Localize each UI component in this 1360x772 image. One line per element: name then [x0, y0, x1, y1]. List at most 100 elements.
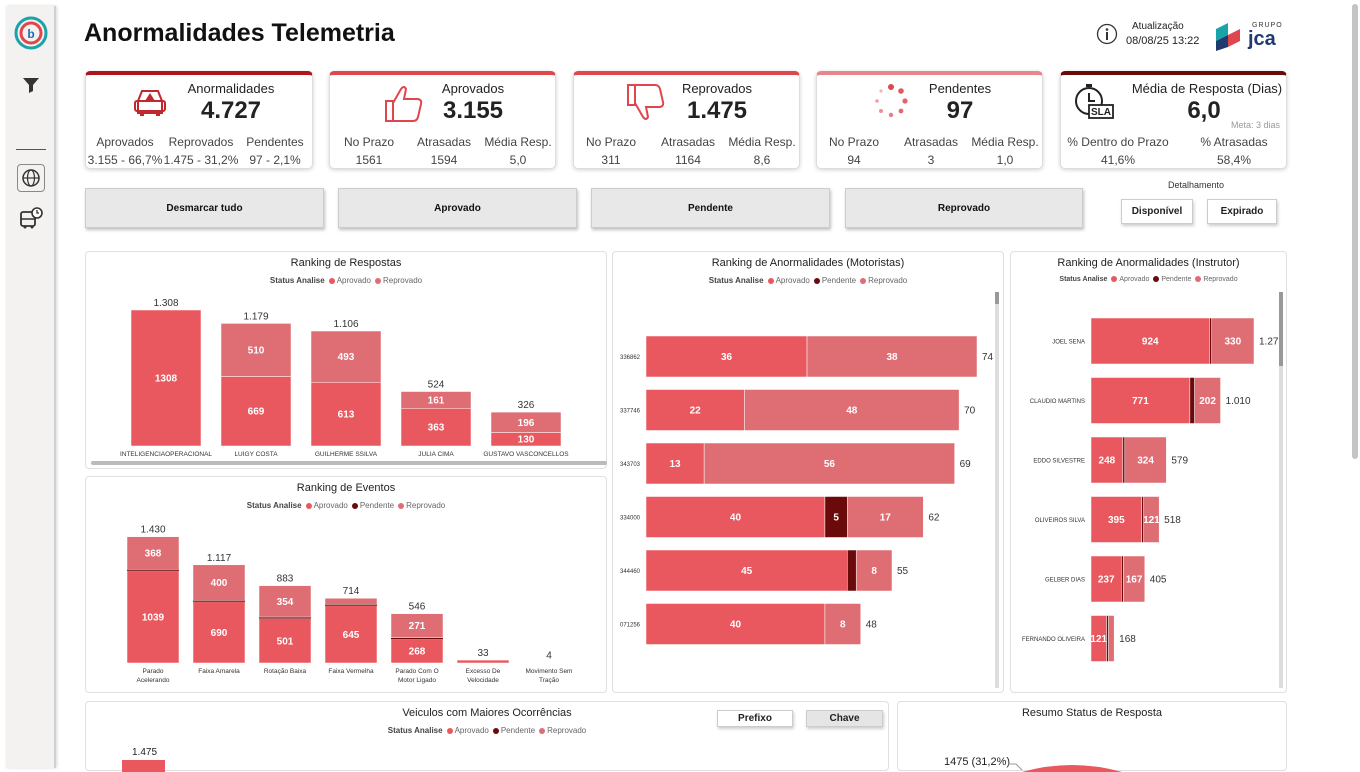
- bar-segment: [1190, 378, 1195, 424]
- data-label: 271: [409, 621, 426, 632]
- legend-aprovado: Aprovado: [1119, 276, 1149, 283]
- data-label: 268: [409, 647, 426, 658]
- clear-selection-button[interactable]: Desmarcar tudo: [85, 188, 324, 228]
- legend-title: Status Analise: [1059, 276, 1107, 283]
- card-anormalidades: Anormalidades 4.727 Aprovados Reprovados…: [85, 71, 313, 169]
- panel-title: Ranking de Respostas: [86, 257, 606, 269]
- total-label: 326: [518, 400, 535, 411]
- bus-clock-icon[interactable]: [14, 201, 48, 235]
- category-label: Velocidade: [467, 677, 499, 684]
- target-meta: Meta: 3 dias: [1231, 120, 1280, 130]
- disponivel-button[interactable]: Disponível: [1121, 199, 1193, 224]
- data-label: 48: [846, 406, 858, 417]
- legend-aprovado: Aprovado: [455, 726, 489, 735]
- card-media-resposta: SLA Média de Resposta (Dias) 6,0 Meta: 3…: [1060, 71, 1287, 169]
- legend-pendente: Pendente: [360, 501, 394, 510]
- bar-segment: [1107, 616, 1109, 662]
- total-label: 1.179: [243, 311, 268, 322]
- card-sub-label: Atrasadas: [408, 135, 480, 149]
- company-logo: GRUPO JCA: [1214, 19, 1290, 53]
- total-label: 579: [1171, 456, 1188, 467]
- globe-icon[interactable]: [17, 164, 45, 192]
- card-sub-value: 8,6: [726, 153, 798, 167]
- legend-aprovado: Aprovado: [776, 276, 810, 285]
- chart-legend: Status Analise Aprovado Pendente Reprovado: [1011, 276, 1286, 283]
- chart-ranking-instrutor: JOEL SENA9243301.271CLAUDIO MARTINS77120…: [1011, 288, 1279, 688]
- svg-text:SLA: SLA: [1091, 107, 1111, 118]
- data-label: 202: [1199, 396, 1216, 407]
- panel-veiculos: Veiculos com Maiores Ocorrências Status …: [85, 701, 889, 771]
- vertical-scrollbar[interactable]: [995, 292, 999, 688]
- bar-segment: [1209, 318, 1211, 364]
- chart-ranking-motoristas: 3368623638743377462248703437031356693340…: [613, 288, 993, 688]
- card-sub-value: 58,4%: [1179, 153, 1289, 167]
- sidebar: b: [6, 6, 56, 768]
- card-value: 3.155: [430, 97, 516, 125]
- category-label: Movimento Sem: [526, 668, 573, 675]
- data-label: 17: [880, 513, 892, 524]
- update-value: 08/08/25 13:22: [1126, 35, 1199, 47]
- legend-reprovado: Reprovado: [1203, 276, 1237, 283]
- category-label: Faixa Vermelha: [328, 668, 374, 675]
- category-label: 337746: [620, 409, 641, 415]
- filter-reprovado-button[interactable]: Reprovado: [845, 188, 1083, 228]
- legend-reprovado: Reprovado: [868, 276, 907, 285]
- data-label: 645: [343, 630, 360, 641]
- chart-ranking-respostas: 13081.308INTELIGENCIAOPERACIONAL6695101.…: [86, 288, 606, 468]
- filter-aprovado-button[interactable]: Aprovado: [338, 188, 577, 228]
- chave-button[interactable]: Chave: [806, 710, 883, 727]
- total-label: 524: [428, 380, 445, 391]
- bar-total-label: 1.475: [132, 747, 157, 758]
- card-title: Aprovados: [430, 81, 516, 96]
- pie-chart: [1002, 752, 1202, 772]
- card-sub-value: 1,0: [969, 153, 1041, 167]
- data-label: 354: [277, 597, 294, 608]
- bar-segment: [1109, 616, 1115, 662]
- vertical-scrollbar[interactable]: [1279, 292, 1283, 688]
- app-logo-icon[interactable]: b: [14, 16, 48, 50]
- legend-aprovado: Aprovado: [314, 501, 348, 510]
- filter-icon[interactable]: [14, 68, 48, 102]
- legend-reprovado: Reprovado: [547, 726, 586, 735]
- page-scrollbar[interactable]: [1352, 4, 1358, 459]
- card-sub-label: Atrasadas: [652, 135, 724, 149]
- panel-ranking-eventos: Ranking de Eventos Status AnaliseAprovad…: [85, 476, 607, 693]
- data-label: 167: [1126, 575, 1143, 586]
- panel-title: Ranking de Eventos: [86, 482, 606, 494]
- total-label: 33: [477, 648, 489, 659]
- filter-pendente-button[interactable]: Pendente: [591, 188, 830, 228]
- card-sub-label: Pendentes: [238, 135, 312, 149]
- chart-legend: Status AnaliseAprovadoPendenteReprovado: [613, 276, 1003, 285]
- svg-text:b: b: [27, 27, 34, 41]
- sidebar-divider: [16, 149, 46, 150]
- horizontal-scrollbar[interactable]: [91, 461, 607, 465]
- card-sub-label: Atrasadas: [895, 135, 967, 149]
- total-label: 405: [1150, 575, 1167, 586]
- legend-pendente: Pendente: [1161, 276, 1191, 283]
- info-icon[interactable]: [1096, 23, 1118, 45]
- total-label: 1.010: [1226, 396, 1251, 407]
- total-label: 1.271: [1259, 337, 1279, 348]
- card-sub-label: % Atrasadas: [1179, 135, 1289, 149]
- total-label: 1.308: [153, 298, 178, 309]
- chart-legend: Status AnaliseAprovadoPendenteReprovado: [86, 501, 606, 510]
- prefixo-button[interactable]: Prefixo: [717, 710, 793, 727]
- total-label: 48: [866, 620, 878, 631]
- card-value: 97: [917, 97, 1003, 125]
- data-label: 493: [338, 352, 355, 363]
- card-sub-label: Média Resp.: [969, 135, 1041, 149]
- sla-icon: SLA: [1071, 81, 1115, 121]
- category-label: GELBER DIAS: [1045, 578, 1085, 584]
- data-label: 1308: [155, 374, 178, 385]
- data-label: 669: [248, 407, 265, 418]
- legend-pendente: Pendente: [822, 276, 856, 285]
- total-label: 1.106: [333, 319, 358, 330]
- total-label: 1.430: [140, 525, 165, 536]
- expirado-button[interactable]: Expirado: [1207, 199, 1277, 224]
- category-label: LUIGY COSTA: [234, 451, 278, 458]
- card-sub-value: 311: [576, 153, 646, 167]
- category-label: Parado Com O: [395, 668, 438, 675]
- data-label: 8: [871, 566, 877, 577]
- bar-segment: [847, 550, 856, 591]
- category-label: GUSTAVO VASCONCELLOS: [483, 451, 569, 458]
